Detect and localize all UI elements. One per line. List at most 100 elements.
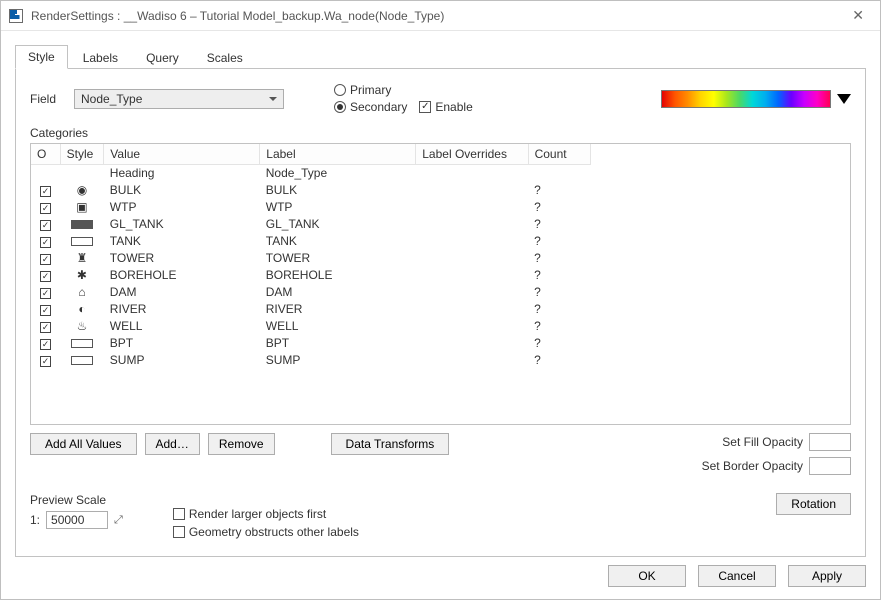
row-visibility-checkbox[interactable] — [40, 322, 51, 333]
row-visibility-checkbox[interactable] — [40, 254, 51, 265]
row-visibility-checkbox[interactable] — [40, 220, 51, 231]
ok-button[interactable]: OK — [608, 565, 686, 587]
row-visibility-checkbox[interactable] — [40, 271, 51, 282]
table-row[interactable]: GL_TANKGL_TANK? — [31, 216, 591, 233]
table-row[interactable]: ⌂DAMDAM? — [31, 284, 591, 301]
grid-heading-row[interactable]: Heading Node_Type — [31, 165, 591, 182]
geometry-obstructs-checkbox[interactable] — [173, 526, 185, 538]
row-count: ? — [534, 336, 541, 350]
title-bar: RenderSettings : __Wadiso 6 – Tutorial M… — [1, 1, 880, 31]
secondary-radio[interactable] — [334, 101, 346, 113]
col-style[interactable]: Style — [60, 144, 104, 165]
fill-opacity-input[interactable] — [809, 433, 851, 451]
border-opacity-input[interactable] — [809, 457, 851, 475]
table-row[interactable]: ♨WELLWELL? — [31, 318, 591, 335]
row-label: BOREHOLE — [266, 268, 333, 282]
row-value: WELL — [110, 319, 143, 333]
row-value: TOWER — [110, 251, 154, 265]
row-visibility-checkbox[interactable] — [40, 203, 51, 214]
row-visibility-checkbox[interactable] — [40, 339, 51, 350]
add-button[interactable]: Add… — [145, 433, 200, 455]
cancel-button[interactable]: Cancel — [698, 565, 776, 587]
render-larger-first-checkbox[interactable] — [173, 508, 185, 520]
row-count: ? — [534, 251, 541, 265]
color-spectrum-picker[interactable] — [661, 90, 831, 108]
table-row[interactable]: TANKTANK? — [31, 233, 591, 250]
row-visibility-checkbox[interactable] — [40, 186, 51, 197]
primary-radio[interactable] — [334, 84, 346, 96]
enable-label: Enable — [435, 100, 472, 114]
field-select-value: Node_Type — [81, 92, 142, 106]
col-label-overrides[interactable]: Label Overrides — [416, 144, 528, 165]
wtp-style-icon: ▣ — [76, 200, 87, 214]
row-label: DAM — [266, 285, 293, 299]
chevron-down-icon[interactable] — [837, 94, 851, 104]
row-visibility-checkbox[interactable] — [40, 288, 51, 299]
tab-query[interactable]: Query — [133, 46, 192, 69]
close-icon[interactable]: ✕ — [844, 3, 872, 28]
rect-style-icon — [71, 339, 93, 348]
col-count[interactable]: Count — [528, 144, 590, 165]
app-icon — [9, 9, 23, 23]
categories-label: Categories — [30, 126, 851, 140]
secondary-radio-label: Secondary — [350, 100, 407, 114]
col-label[interactable]: Label — [260, 144, 416, 165]
enable-checkbox[interactable] — [419, 101, 431, 113]
table-row[interactable]: ▣WTPWTP? — [31, 199, 591, 216]
remove-button[interactable]: Remove — [208, 433, 275, 455]
table-row[interactable]: ✱ BOREHOLE BOREHOLE? — [31, 267, 591, 284]
add-all-values-button[interactable]: Add All Values — [30, 433, 137, 455]
geometry-obstructs-label: Geometry obstructs other labels — [189, 525, 359, 539]
heading-value: Heading — [110, 166, 155, 180]
row-value: WTP — [110, 200, 137, 214]
col-value[interactable]: Value — [104, 144, 260, 165]
row-count: ? — [534, 234, 541, 248]
row-label: BPT — [266, 336, 289, 350]
table-row[interactable]: ◐RIVERRIVER? — [31, 301, 591, 318]
heading-label: Node_Type — [266, 166, 327, 180]
field-label: Field — [30, 92, 60, 106]
row-value: BOREHOLE — [110, 268, 177, 282]
window-title: RenderSettings : __Wadiso 6 – Tutorial M… — [31, 9, 844, 23]
rotation-button[interactable]: Rotation — [776, 493, 851, 515]
row-visibility-checkbox[interactable] — [40, 237, 51, 248]
tab-style[interactable]: Style — [15, 45, 68, 69]
preview-scale-input[interactable]: 50000 — [46, 511, 108, 529]
tab-label: Scales — [207, 51, 243, 65]
row-label: SUMP — [266, 353, 301, 367]
render-larger-first-label: Render larger objects first — [189, 507, 326, 521]
bulk-style-icon: ◉ — [77, 183, 87, 197]
fill-opacity-label: Set Fill Opacity — [722, 435, 803, 449]
table-row[interactable]: ♜TOWERTOWER? — [31, 250, 591, 267]
row-count: ? — [534, 285, 541, 299]
tab-label: Query — [146, 51, 179, 65]
rect-style-icon — [71, 356, 93, 365]
tower-style-icon: ♜ — [77, 251, 88, 265]
row-visibility-checkbox[interactable] — [40, 356, 51, 367]
tab-labels[interactable]: Labels — [70, 46, 131, 69]
expand-icon[interactable]: ⤢ — [114, 514, 123, 527]
row-value: GL_TANK — [110, 217, 164, 231]
border-opacity-label: Set Border Opacity — [702, 459, 803, 473]
row-value: RIVER — [110, 302, 147, 316]
categories-grid[interactable]: O Style Value Label Label Overrides Coun… — [30, 143, 851, 425]
tab-scales[interactable]: Scales — [194, 46, 256, 69]
apply-button[interactable]: Apply — [788, 565, 866, 587]
row-visibility-checkbox[interactable] — [40, 305, 51, 316]
table-row[interactable]: BPTBPT? — [31, 335, 591, 352]
borehole-style-icon: ✱ — [77, 268, 87, 282]
table-row[interactable]: ◉BULKBULK? — [31, 182, 591, 199]
col-o[interactable]: O — [31, 144, 60, 165]
gltank-style-icon — [71, 220, 93, 229]
river-style-icon: ◐ — [78, 302, 85, 316]
row-count: ? — [534, 319, 541, 333]
row-count: ? — [534, 183, 541, 197]
row-label: WTP — [266, 200, 293, 214]
row-count: ? — [534, 268, 541, 282]
row-value: DAM — [110, 285, 137, 299]
data-transforms-button[interactable]: Data Transforms — [331, 433, 450, 455]
row-label: TANK — [266, 234, 297, 248]
field-select[interactable]: Node_Type — [74, 89, 284, 109]
row-label: BULK — [266, 183, 297, 197]
table-row[interactable]: SUMPSUMP? — [31, 352, 591, 369]
